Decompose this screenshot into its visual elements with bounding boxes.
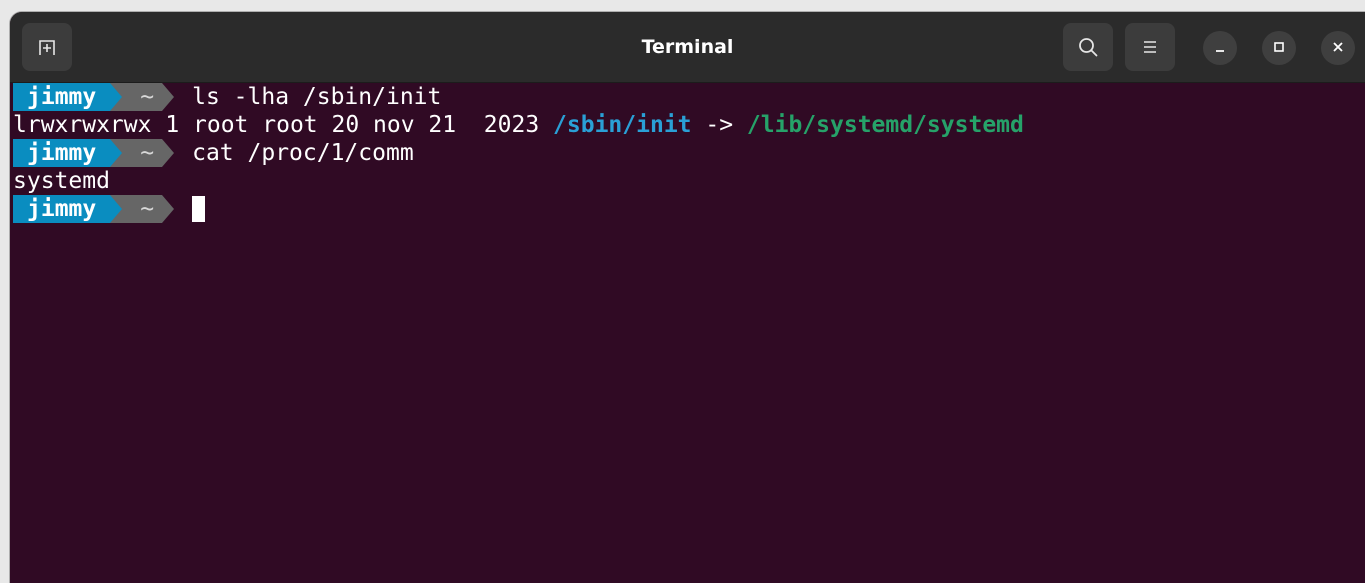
command-text: cat /proc/1/comm <box>192 140 414 166</box>
text-cursor <box>192 196 206 222</box>
maximize-icon <box>1272 39 1286 58</box>
close-icon <box>1331 39 1345 58</box>
titlebar: Terminal <box>10 12 1365 83</box>
prompt-user-segment: jimmy <box>13 195 111 223</box>
powerline-separator <box>110 195 123 223</box>
prompt-dir-segment: ~ <box>122 83 163 111</box>
search-icon <box>1077 36 1099 58</box>
hamburger-menu-icon <box>1140 37 1160 57</box>
symlink-target: /lib/systemd/systemd <box>746 112 1024 138</box>
terminal-output-area[interactable]: jimmy ~ ls -lha /sbin/init lrwxrwxrwx 1 … <box>10 83 1365 583</box>
menu-button[interactable] <box>1125 23 1175 71</box>
output-line: lrwxrwxrwx 1 root root 20 nov 21 2023 /s… <box>13 111 1024 139</box>
prompt-user-segment: jimmy <box>13 83 111 111</box>
powerline-separator <box>110 139 123 167</box>
search-button[interactable] <box>1063 23 1113 71</box>
maximize-button[interactable] <box>1262 31 1296 65</box>
close-button[interactable] <box>1321 31 1355 65</box>
prompt-dir-segment: ~ <box>122 139 163 167</box>
symlink-arrow: -> <box>691 112 747 138</box>
prompt-line: jimmy ~ ls -lha /sbin/init <box>13 83 441 111</box>
powerline-separator <box>162 139 175 167</box>
ls-output-prefix: lrwxrwxrwx 1 root root 20 nov 21 2023 <box>13 112 554 138</box>
prompt-line: jimmy ~ cat /proc/1/comm <box>13 139 414 167</box>
powerline-separator <box>162 195 175 223</box>
output-line: systemd <box>13 168 110 194</box>
minimize-icon <box>1213 39 1227 58</box>
powerline-separator <box>162 83 175 111</box>
new-tab-button[interactable] <box>22 23 72 71</box>
symlink-source: /sbin/init <box>553 112 692 138</box>
command-text: ls -lha /sbin/init <box>192 84 442 110</box>
scrollbar[interactable] <box>1355 90 1363 580</box>
prompt-user-segment: jimmy <box>13 139 111 167</box>
powerline-separator <box>110 83 123 111</box>
current-prompt-line: jimmy ~ <box>13 195 206 223</box>
prompt-dir-segment: ~ <box>122 195 163 223</box>
terminal-window: Terminal jimmy ~ ls -lha /sbin/init lrwx… <box>10 12 1365 583</box>
minimize-button[interactable] <box>1203 31 1237 65</box>
new-tab-icon <box>36 36 58 58</box>
